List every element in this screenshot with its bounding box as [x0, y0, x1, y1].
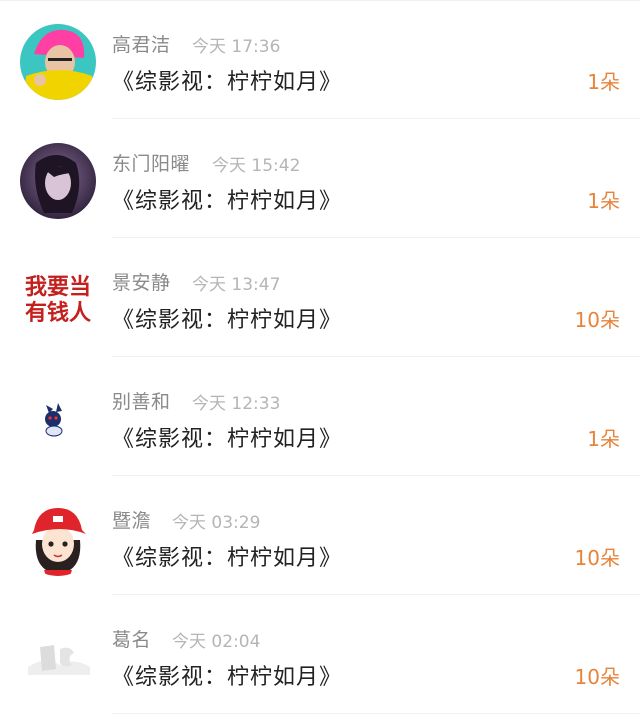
avatar-sticker-text: 我要当: [25, 275, 91, 300]
timestamp: 今天 12:33: [192, 394, 281, 414]
timestamp: 今天 15:42: [212, 156, 301, 176]
flower-count: 10朵: [574, 665, 620, 689]
dark-portrait-icon[interactable]: [20, 143, 96, 219]
cartoon-red-cap-girl-icon[interactable]: [20, 500, 96, 576]
username[interactable]: 暨澹: [112, 506, 151, 533]
timestamp: 今天 13:47: [192, 275, 281, 295]
timestamp: 今天 02:04: [172, 632, 261, 652]
flower-count: 10朵: [574, 308, 620, 332]
gift-title: 《综影视：柠柠如月》: [112, 189, 343, 214]
text-sticker-avatar-icon[interactable]: 我要当 有钱人: [20, 262, 96, 338]
cartoon-devil-icon[interactable]: [20, 381, 96, 457]
list-item[interactable]: 暨澹 今天 03:29 《综影视：柠柠如月》 10朵: [0, 476, 640, 595]
username[interactable]: 葛名: [112, 625, 151, 652]
list-item[interactable]: 高君洁 今天 17:36 《综影视：柠柠如月》 1朵: [0, 0, 640, 119]
list-item[interactable]: 我要当 有钱人 景安静 今天 13:47 《综影视：柠柠如月》 10朵: [0, 238, 640, 357]
gift-title: 《综影视：柠柠如月》: [112, 427, 343, 452]
gift-record-list: 高君洁 今天 17:36 《综影视：柠柠如月》 1朵 东门阳曜 今天 15:42…: [0, 0, 640, 714]
flower-count: 1朵: [587, 189, 620, 213]
pink-hat-portrait-icon[interactable]: [20, 24, 96, 100]
username[interactable]: 景安静: [112, 268, 171, 295]
username[interactable]: 高君洁: [112, 30, 171, 57]
list-item[interactable]: 别善和 今天 12:33 《综影视：柠柠如月》 1朵: [0, 357, 640, 476]
gift-title: 《综影视：柠柠如月》: [112, 546, 343, 571]
username[interactable]: 别善和: [112, 387, 171, 414]
row-divider: [112, 713, 640, 714]
flower-count: 10朵: [574, 546, 620, 570]
faded-logo-avatar-icon[interactable]: [20, 619, 96, 695]
avatar-sticker-text: 有钱人: [25, 300, 91, 326]
username[interactable]: 东门阳曜: [112, 149, 190, 176]
timestamp: 今天 03:29: [172, 513, 261, 533]
flower-count: 1朵: [587, 427, 620, 451]
timestamp: 今天 17:36: [192, 37, 281, 57]
gift-title: 《综影视：柠柠如月》: [112, 308, 343, 333]
list-item[interactable]: 葛名 今天 02:04 《综影视：柠柠如月》 10朵: [0, 595, 640, 714]
list-item[interactable]: 东门阳曜 今天 15:42 《综影视：柠柠如月》 1朵: [0, 119, 640, 238]
gift-title: 《综影视：柠柠如月》: [112, 70, 343, 95]
gift-title: 《综影视：柠柠如月》: [112, 665, 343, 690]
flower-count: 1朵: [587, 70, 620, 94]
